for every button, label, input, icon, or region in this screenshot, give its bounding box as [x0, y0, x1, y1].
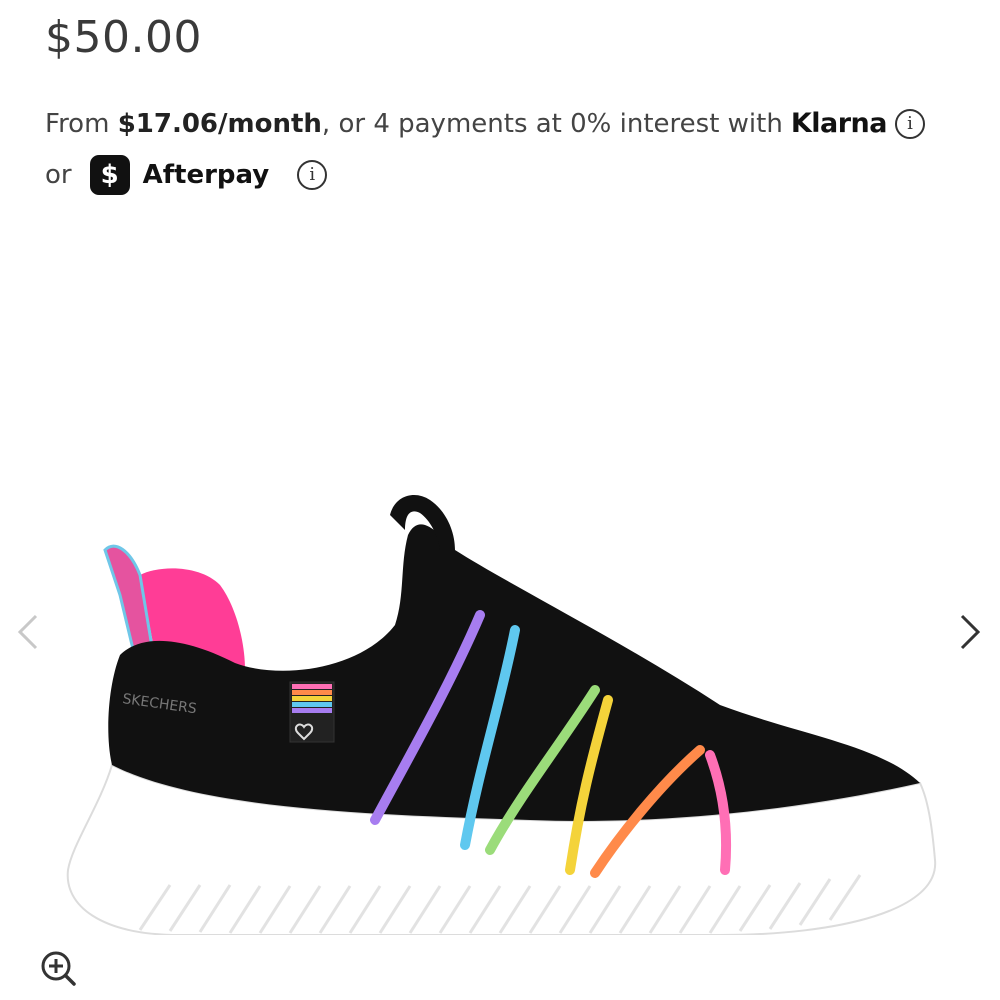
cashapp-icon: $: [89, 155, 130, 195]
product-image: SKECHERS: [66, 495, 937, 935]
chevron-left-icon[interactable]: [8, 610, 48, 654]
klarna-line: From $17.06/month, or 4 payments at 0% i…: [45, 106, 985, 142]
klarna-logo: Klarna: [790, 108, 888, 139]
afterpay-line: or $ Afterpay i: [45, 155, 985, 195]
financing-prefix: From: [45, 109, 110, 139]
product-price: $50.00: [45, 12, 202, 63]
shoe-upper: [108, 524, 921, 821]
afterpay-logo: Afterpay: [142, 160, 270, 190]
klarna-info-icon[interactable]: i: [894, 109, 925, 139]
or-text: or: [45, 160, 72, 190]
monthly-amount: $17.06/month: [117, 109, 322, 139]
chevron-right-icon[interactable]: [950, 610, 990, 654]
afterpay-info-icon[interactable]: i: [297, 160, 328, 190]
product-page: $50.00 From $17.06/month, or 4 payments …: [0, 0, 1000, 1000]
financing-middle: , or 4 payments at 0% interest with: [321, 109, 783, 139]
financing-info: From $17.06/month, or 4 payments at 0% i…: [45, 106, 985, 195]
product-image-gallery: SKECHERS: [0, 420, 1000, 940]
zoom-in-icon[interactable]: [38, 948, 78, 988]
